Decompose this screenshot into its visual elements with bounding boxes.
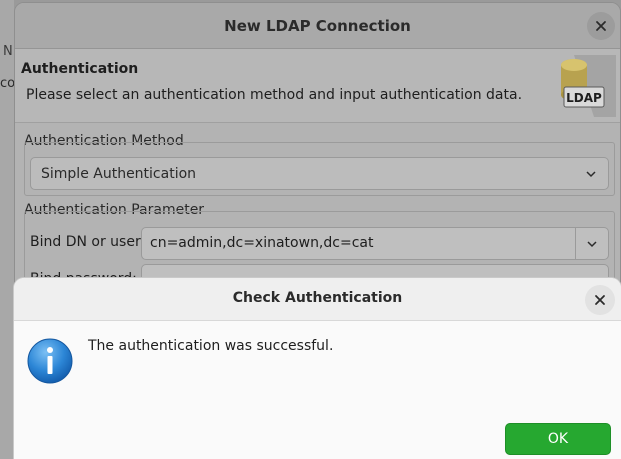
auth-method-select[interactable]: Simple Authentication	[30, 157, 609, 190]
chevron-down-icon[interactable]	[585, 237, 599, 251]
dialog-title: New LDAP Connection	[224, 17, 411, 35]
chevron-down-icon	[586, 171, 596, 178]
close-button[interactable]	[585, 285, 615, 315]
close-icon	[596, 21, 606, 31]
check-authentication-dialog: Check Authentication The authentication …	[14, 278, 621, 459]
close-button[interactable]	[587, 12, 615, 40]
wizard-header: Authentication Please select an authenti…	[15, 49, 620, 123]
bind-dn-input[interactable]: cn=admin,dc=xinatown,dc=cat	[141, 227, 609, 260]
wizard-page-description: Please select an authentication method a…	[26, 87, 523, 103]
wizard-page-title: Authentication	[21, 61, 139, 77]
ldap-logo-text: LDAP	[566, 91, 602, 105]
dialog-titlebar: Check Authentication	[14, 278, 621, 321]
screen: N co New LDAP Connection Authentication …	[0, 0, 621, 459]
ldap-logo-icon: LDAP	[561, 55, 616, 117]
auth-result-message: The authentication was successful.	[88, 338, 334, 354]
dialog-title: Check Authentication	[232, 290, 403, 306]
background-text-fragment: co	[0, 76, 16, 91]
auth-method-value: Simple Authentication	[41, 166, 197, 182]
dialog-titlebar: New LDAP Connection	[15, 3, 620, 49]
close-icon	[595, 295, 605, 305]
info-icon	[27, 338, 73, 384]
background-text-fragment: N	[3, 44, 13, 59]
background-window: N co	[0, 0, 16, 459]
bind-dn-label: Bind DN or user:	[30, 234, 146, 250]
ok-button[interactable]: OK	[505, 423, 611, 455]
combo-divider	[575, 228, 576, 259]
bind-dn-value: cn=admin,dc=xinatown,dc=cat	[150, 235, 374, 251]
